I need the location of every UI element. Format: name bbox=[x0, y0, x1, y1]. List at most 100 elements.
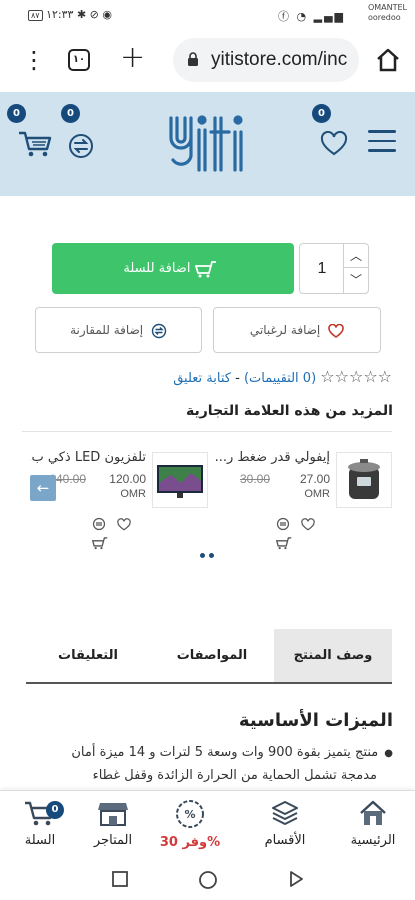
quantity-value[interactable]: 1 bbox=[300, 244, 344, 293]
nav-offers-label: وفر 30% bbox=[159, 835, 221, 850]
nav-categories[interactable]: الأقسام bbox=[245, 791, 325, 859]
add-to-compare-button[interactable]: إضافة للمقارنة bbox=[35, 307, 202, 353]
carousel-dot[interactable] bbox=[200, 553, 205, 558]
carrier-name-2: ooredoo bbox=[367, 13, 401, 22]
back-icon[interactable] bbox=[286, 869, 306, 889]
nav-offers[interactable]: % وفر 30% bbox=[150, 791, 230, 859]
nav-cart[interactable]: 0 السلة bbox=[0, 791, 80, 859]
add-to-cart-label: اضافة للسلة bbox=[123, 261, 191, 276]
nav-home[interactable]: الرئيسية bbox=[333, 791, 413, 859]
product-price: 120.00 OMR bbox=[109, 472, 146, 500]
product-card[interactable]: إيفولي قدر ضغط ر... 27.00 OMR 30.00 bbox=[214, 448, 392, 551]
brand-section-title: المزيد من هذه العلامة التجارية bbox=[186, 403, 393, 419]
status-time: ١٢:٣٣ ٨٧ ✱ ⊘ ◉ bbox=[28, 8, 112, 21]
bottom-navigation: الرئيسية الأقسام % وفر 30% المتاجر 0 الس… bbox=[0, 790, 415, 858]
product-image[interactable] bbox=[152, 452, 208, 508]
product-name[interactable]: تلفزيون LED ذكي ب... bbox=[30, 450, 146, 465]
url-text: yitistore.com/inc bbox=[211, 49, 348, 70]
signal-icons: ⓕ ◔ ▂▄▆ bbox=[278, 10, 345, 23]
wishlist-icon[interactable] bbox=[117, 516, 133, 532]
nav-stores[interactable]: المتاجر bbox=[73, 791, 153, 859]
compare-icon[interactable] bbox=[276, 516, 292, 532]
cart-icon[interactable] bbox=[17, 130, 53, 158]
wishlist-label: إضافة لرغباتي bbox=[249, 323, 321, 337]
tab-specifications[interactable]: المواصفات bbox=[150, 629, 274, 682]
product-card[interactable]: تلفزيون LED ذكي ب... 120.00 OMR 140.00 bbox=[30, 448, 208, 551]
bullet-icon: ● bbox=[384, 748, 393, 759]
menu-icon[interactable] bbox=[368, 130, 396, 152]
wishlist-icon[interactable] bbox=[320, 131, 348, 157]
wishlist-icon[interactable] bbox=[301, 516, 317, 532]
product-name[interactable]: إيفولي قدر ضغط ر... bbox=[214, 450, 330, 465]
nav-stores-label: المتاجر bbox=[93, 833, 133, 848]
yiti-logo[interactable] bbox=[165, 108, 250, 178]
tab-description[interactable]: وصف المنتج bbox=[274, 629, 392, 682]
quantity-stepper[interactable]: 1 ︿ ﹀ bbox=[299, 243, 369, 294]
compare-icon bbox=[151, 323, 167, 338]
compare-label: إضافة للمقارنة bbox=[70, 323, 144, 337]
reviews-count-link[interactable]: (0 التقييمات) bbox=[244, 371, 316, 386]
wishlist-badge: 0 bbox=[312, 104, 331, 123]
cart-icon[interactable] bbox=[91, 535, 108, 551]
home-icon[interactable] bbox=[374, 46, 402, 74]
price-value: 120.00 bbox=[109, 472, 146, 486]
rating-stars: ☆☆☆☆☆ bbox=[320, 367, 392, 386]
address-bar[interactable]: yitistore.com/inc bbox=[173, 38, 359, 82]
features-line: مدمجة تشمل الحماية من الحرارة الزائدة وق… bbox=[92, 768, 377, 783]
recent-apps-icon[interactable] bbox=[110, 869, 130, 889]
features-line: منتج يتميز بقوة 900 وات وسعة 5 لترات و 1… bbox=[71, 745, 379, 760]
add-to-cart-button[interactable]: اضافة للسلة bbox=[52, 243, 294, 294]
carousel-dots bbox=[200, 543, 230, 562]
battery-icon: ٨٧ bbox=[28, 10, 43, 21]
section-divider bbox=[22, 431, 392, 432]
decrease-quantity-button[interactable]: ﹀ bbox=[344, 268, 368, 292]
rating-row: ☆☆☆☆☆ (0 التقييمات) - كتابة تعليق bbox=[110, 367, 392, 389]
tab-comments[interactable]: التعليقات bbox=[26, 629, 150, 682]
new-tab-icon[interactable]: + bbox=[120, 43, 145, 73]
product-tabs: وصف المنتج المواصفات التعليقات bbox=[26, 629, 392, 684]
more-menu-icon[interactable]: ⋮ bbox=[22, 48, 46, 72]
browser-toolbar: ⋮ ١٠ + yitistore.com/inc bbox=[0, 30, 415, 92]
carousel-prev-arrow-icon[interactable]: ← bbox=[30, 475, 56, 501]
cart-icon bbox=[194, 260, 216, 277]
nav-home-label: الرئيسية bbox=[350, 833, 396, 848]
pressure-cooker-image bbox=[348, 459, 380, 499]
store-icon bbox=[98, 803, 128, 826]
cart-badge: 0 bbox=[7, 104, 26, 123]
home-button-icon[interactable] bbox=[197, 869, 219, 891]
cart-count-badge: 0 bbox=[46, 801, 64, 819]
cart-icon[interactable] bbox=[275, 535, 292, 551]
features-heading: الميزات الأساسية bbox=[238, 710, 393, 731]
site-header: 0 0 0 bbox=[0, 92, 415, 196]
clock: ١٢:٣٣ bbox=[46, 8, 74, 21]
home-icon bbox=[360, 800, 386, 825]
product-old-price: 30.00 bbox=[239, 472, 270, 486]
nav-cart-label: السلة bbox=[24, 833, 56, 848]
product-image[interactable] bbox=[336, 452, 392, 508]
status-icons: ✱ ⊘ ◉ bbox=[76, 8, 112, 21]
rating-separator: - bbox=[235, 371, 240, 386]
carousel-dot[interactable] bbox=[209, 553, 214, 558]
price-currency: OMR bbox=[304, 488, 330, 500]
lock-icon bbox=[188, 52, 198, 66]
features-description: ● منتج يتميز بقوة 900 وات وسعة 5 لترات و … bbox=[33, 742, 393, 787]
heart-icon bbox=[328, 323, 344, 338]
product-price: 27.00 OMR bbox=[300, 472, 330, 500]
tab-switcher-button[interactable]: ١٠ bbox=[68, 49, 90, 71]
price-value: 27.00 bbox=[299, 472, 330, 486]
nav-categories-label: الأقسام bbox=[264, 833, 306, 848]
layers-icon bbox=[272, 801, 298, 825]
carrier-name: OMANTEL bbox=[367, 3, 407, 12]
compare-icon[interactable] bbox=[92, 516, 108, 532]
price-currency: OMR bbox=[120, 488, 146, 500]
write-review-link[interactable]: كتابة تعليق bbox=[173, 371, 231, 386]
compare-badge: 0 bbox=[61, 104, 80, 123]
carrier: OMANTEL ooredoo bbox=[368, 3, 407, 23]
tv-image bbox=[157, 465, 203, 498]
increase-quantity-button[interactable]: ︿ bbox=[344, 244, 368, 268]
system-navigation bbox=[0, 858, 415, 900]
svg-text:%: % bbox=[184, 808, 195, 821]
discount-badge-icon: % bbox=[176, 800, 204, 828]
add-to-wishlist-button[interactable]: إضافة لرغباتي bbox=[213, 307, 381, 353]
compare-icon[interactable] bbox=[67, 132, 95, 160]
